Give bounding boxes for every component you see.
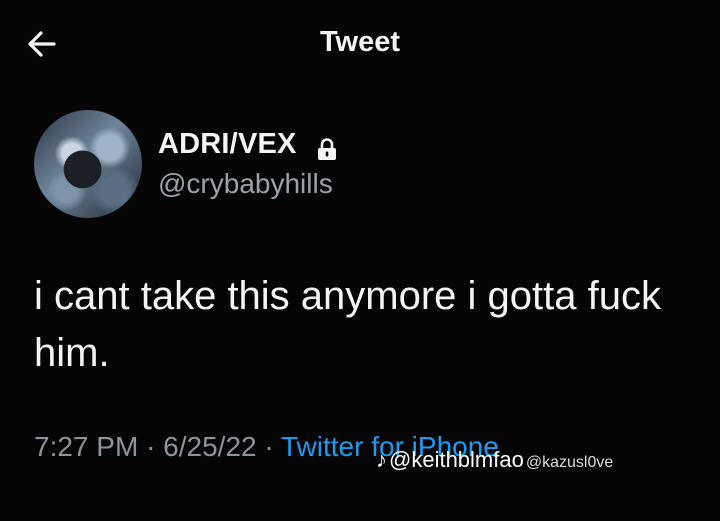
watermark: ♪@keithblmfao @kazusl0ve [376, 447, 613, 473]
tweet-text: i cant take this anymore i gotta fuck hi… [34, 268, 720, 382]
tweet-line: i cant take this anymore i gotta fuck [34, 274, 661, 318]
lock-icon [318, 138, 336, 160]
tweet-time: 7:27 PM [34, 431, 139, 462]
meta-separator: · [264, 431, 274, 462]
tweet-date: 6/25/22 [163, 431, 257, 462]
meta-separator: · [146, 431, 156, 462]
display-name[interactable]: ADRI/VEX [158, 128, 297, 161]
page-title: Tweet [319, 26, 401, 58]
avatar[interactable] [34, 110, 142, 218]
top-bar: Tweet [0, 0, 720, 88]
username[interactable]: @crybabyhills [158, 168, 333, 200]
tweet-line: him. [34, 331, 110, 375]
watermark-handle: @kazusl0ve [525, 454, 614, 471]
tiktok-icon: ♪ [376, 447, 387, 472]
watermark-handle: @keithblmfao [389, 447, 524, 472]
